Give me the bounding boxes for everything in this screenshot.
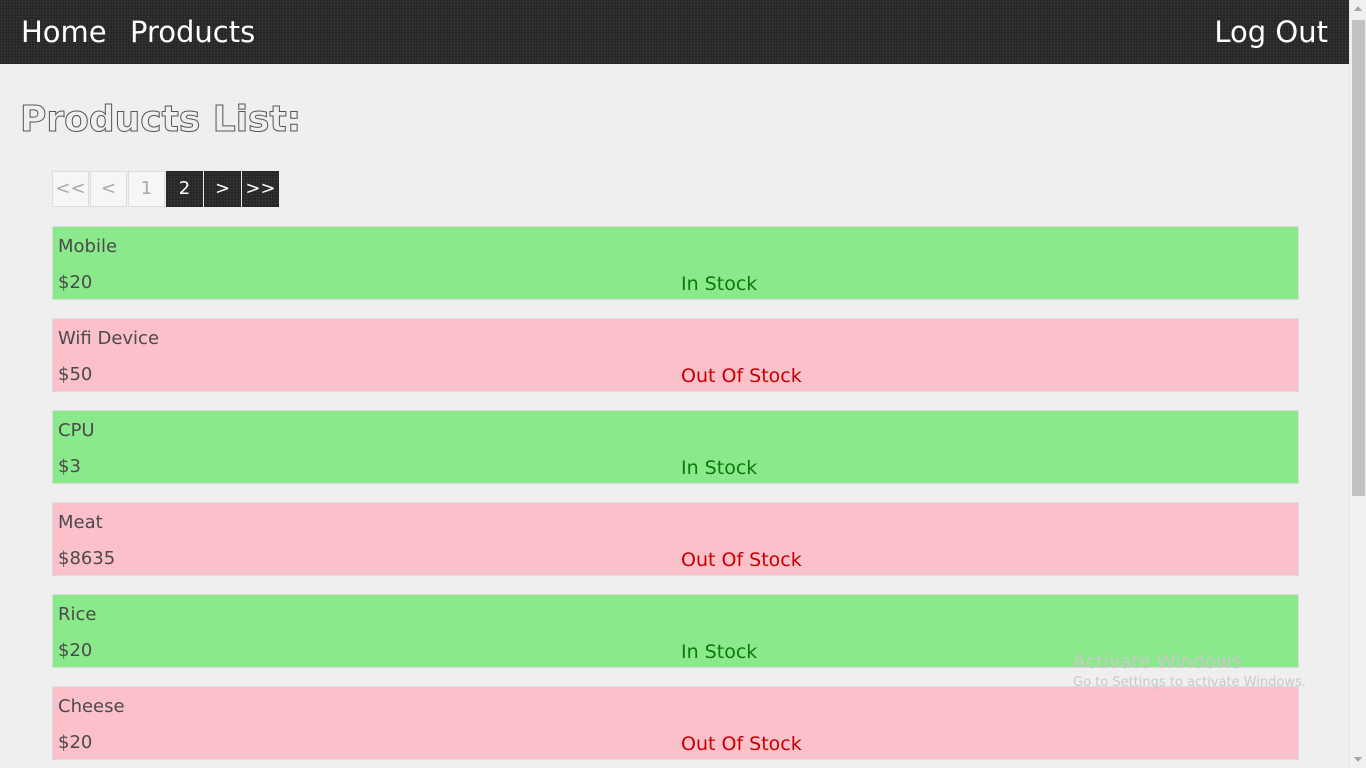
- vertical-scrollbar[interactable]: [1349, 0, 1366, 768]
- product-card[interactable]: Wifi Device $50 Out Of Stock: [52, 318, 1299, 392]
- pagination: << < 1 2 > >>: [52, 171, 280, 209]
- stock-status: Out Of Stock: [681, 549, 802, 571]
- nav-products-link[interactable]: Products: [130, 14, 255, 50]
- page-2-button[interactable]: 2: [166, 171, 203, 207]
- stock-status: In Stock: [681, 457, 758, 479]
- product-price: $50: [58, 364, 93, 385]
- product-name: CPU: [58, 420, 95, 441]
- nav-home-link[interactable]: Home: [21, 14, 107, 50]
- product-card[interactable]: Rice $20 In Stock: [52, 594, 1299, 668]
- product-name: Cheese: [58, 696, 125, 717]
- stock-status: Out Of Stock: [681, 733, 802, 755]
- product-card[interactable]: CPU $3 In Stock: [52, 410, 1299, 484]
- product-card[interactable]: Cheese $20 Out Of Stock: [52, 686, 1299, 760]
- product-price: $3: [58, 456, 81, 477]
- product-name: Rice: [58, 604, 97, 625]
- top-navbar: Home Products Log Out: [0, 0, 1349, 64]
- product-name: Meat: [58, 512, 103, 533]
- last-page-button[interactable]: >>: [242, 171, 279, 207]
- stock-status: Out Of Stock: [681, 365, 802, 387]
- scroll-down-arrow-icon[interactable]: [1354, 757, 1362, 762]
- page-title: Products List:: [19, 99, 302, 141]
- first-page-button[interactable]: <<: [52, 171, 89, 207]
- next-page-button[interactable]: >: [204, 171, 241, 207]
- prev-page-button[interactable]: <: [90, 171, 127, 207]
- scroll-up-arrow-icon[interactable]: [1354, 6, 1362, 11]
- product-price: $20: [58, 640, 93, 661]
- product-price: $20: [58, 272, 93, 293]
- logout-link[interactable]: Log Out: [1214, 14, 1328, 50]
- page-1-button[interactable]: 1: [128, 171, 165, 207]
- product-card[interactable]: Mobile $20 In Stock: [52, 226, 1299, 300]
- stock-status: In Stock: [681, 273, 758, 295]
- stock-status: In Stock: [681, 641, 758, 663]
- product-name: Wifi Device: [58, 328, 160, 349]
- product-price: $20: [58, 732, 93, 753]
- scrollbar-thumb[interactable]: [1352, 20, 1365, 496]
- product-card[interactable]: Meat $8635 Out Of Stock: [52, 502, 1299, 576]
- product-name: Mobile: [58, 236, 118, 257]
- product-price: $8635: [58, 548, 116, 569]
